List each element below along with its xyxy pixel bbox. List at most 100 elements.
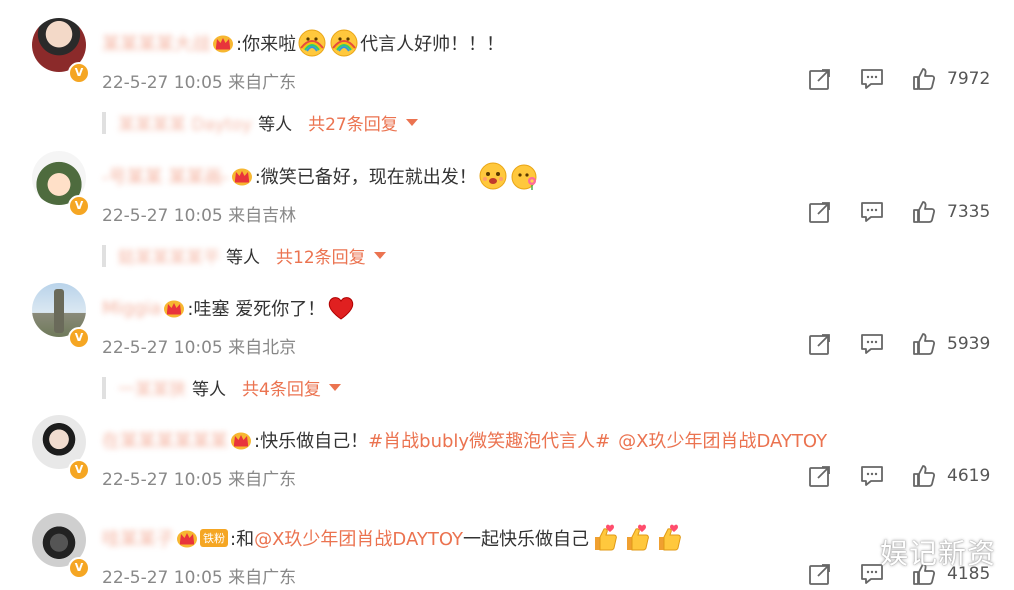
watermark: 娱记新资 (879, 537, 996, 570)
view-replies-label: 共4条回复 (242, 380, 321, 400)
chevron-down-icon (405, 119, 418, 126)
reply-divider (102, 244, 106, 267)
reply-summary: 鋕某某某某平 等人 共12条回复 (102, 243, 386, 268)
reply-summary: 一某某狭 等人 共4条回复 (102, 375, 341, 400)
comment-content: Miggia :哇塞 爱死你了！ (102, 293, 357, 323)
reply-summary: 某某某某 Daytoy 等人 共27条回复 (102, 110, 418, 135)
comment-location: 来自广东 (228, 73, 297, 93)
like-button[interactable]: 4619 (911, 463, 992, 489)
share-icon (807, 66, 833, 92)
thumbs-up-icon (911, 463, 937, 489)
verified-icon: V (68, 327, 90, 349)
reply-button[interactable] (859, 199, 885, 225)
share-button[interactable] (807, 561, 833, 587)
reply-deng: 等人 (226, 248, 260, 268)
username-link[interactable]: -号某某 某某画- (102, 163, 229, 189)
crown-icon (230, 430, 252, 450)
reply-names[interactable]: 一某某狭 (118, 375, 186, 400)
like-count: 7335 (947, 202, 991, 222)
comment-text: :和 (230, 529, 255, 550)
reply-button[interactable] (859, 463, 885, 489)
thumbs-up-icon (911, 331, 937, 357)
comment-item: V Miggia :哇塞 爱死你了！ 22-5-27 10:05 来自北京 59… (0, 283, 1014, 403)
reply-button[interactable] (859, 331, 885, 357)
username-link[interactable]: 在某某某某某某 (102, 427, 228, 453)
share-button[interactable] (807, 331, 833, 357)
share-button[interactable] (807, 66, 833, 92)
comment-icon (859, 66, 885, 92)
comment-meta: 22-5-27 10:05 来自广东 (102, 563, 296, 588)
reply-divider (102, 376, 106, 399)
reply-names[interactable]: 鋕某某某某平 (118, 243, 220, 268)
comment-content: 在某某某某某某 :快乐做自己！ #肖战bubly微笑趣泡代言人# @X玖少年团肖… (102, 425, 827, 455)
comment-text: :微笑已备好，现在就出发！ (254, 167, 477, 188)
crown-icon (212, 33, 234, 53)
comment-actions: 4619 (781, 463, 992, 489)
verified-icon: V (68, 557, 90, 579)
share-icon (807, 463, 833, 489)
username-link[interactable]: Miggia (102, 298, 161, 319)
hashtag-link[interactable]: #肖战bubly微笑趣泡代言人# (368, 427, 610, 453)
comment-location: 来自广东 (228, 568, 297, 588)
share-icon (807, 331, 833, 357)
comment-text: :哇塞 爱死你了！ (187, 299, 326, 320)
reply-button[interactable] (859, 66, 885, 92)
reply-deng: 等人 (258, 115, 293, 135)
thumbs-up-emoji-icon (654, 523, 684, 553)
like-count: 7972 (947, 69, 991, 89)
comment-text-tail: 代言人好帅！！！ (360, 34, 505, 55)
comment-item: V -号某某 某某画- :微笑已备好，现在就出发！ 22-5-27 10:05 … (0, 151, 1014, 271)
heart-icon (326, 293, 356, 323)
comment-content: 哇某某子 铁粉 :和 @X玖少年团肖战DAYTOY 一起快乐做自己 (102, 523, 685, 553)
verified-icon: V (68, 62, 90, 84)
share-icon (807, 199, 833, 225)
mention-link[interactable]: @X玖少年团肖战DAYTOY (618, 427, 827, 453)
rainbow-emoji-icon (297, 28, 327, 58)
comment-item: V 在某某某某某某 :快乐做自己！ #肖战bubly微笑趣泡代言人# @X玖少年… (0, 415, 1014, 505)
comment-time: 22-5-27 10:05 (102, 206, 223, 226)
fan-badge: 铁粉 (200, 529, 228, 547)
comment-text-tail: 一起快乐做自己 (463, 529, 590, 550)
comment-content: -号某某 某某画- :微笑已备好，现在就出发！ (102, 161, 541, 191)
comment-meta: 22-5-27 10:05 来自吉林 (102, 201, 296, 226)
verified-icon: V (68, 195, 90, 217)
view-replies-link[interactable]: 共4条回复 (242, 375, 341, 400)
thumbs-up-emoji-icon (622, 523, 652, 553)
comment-content: 某某某某大战 :你来啦 代言人好帅！！！ (102, 28, 504, 58)
comment-meta: 22-5-27 10:05 来自北京 (102, 333, 296, 358)
comment-icon (859, 199, 885, 225)
comment-text: :你来啦 (236, 34, 297, 55)
comment-actions: 7335 (781, 199, 992, 225)
crown-icon (231, 166, 253, 186)
share-button[interactable] (807, 199, 833, 225)
thumbs-up-emoji-icon (590, 523, 620, 553)
comment-icon (859, 463, 885, 489)
reply-divider (102, 111, 106, 134)
verified-icon: V (68, 459, 90, 481)
like-button[interactable]: 7335 (911, 199, 992, 225)
like-button[interactable]: 7972 (911, 66, 992, 92)
view-replies-link[interactable]: 共12条回复 (276, 243, 386, 268)
thumbs-up-icon (911, 199, 937, 225)
thumbs-up-icon (911, 66, 937, 92)
reply-names[interactable]: 某某某某 Daytoy (118, 110, 252, 135)
comment-location: 来自吉林 (228, 206, 297, 226)
mention-link[interactable]: @X玖少年团肖战DAYTOY (254, 525, 463, 551)
crown-icon (176, 528, 198, 548)
like-count: 4619 (947, 466, 991, 486)
comment-icon (859, 331, 885, 357)
comment-meta: 22-5-27 10:05 来自广东 (102, 68, 296, 93)
view-replies-link[interactable]: 共27条回复 (308, 110, 418, 135)
like-button[interactable]: 5939 (911, 331, 992, 357)
comment-item: V 某某某某大战 :你来啦 代言人好帅！！！ 22-5-27 10:05 来自广… (0, 18, 1014, 138)
comment-text: :快乐做自己！ (254, 431, 369, 452)
comment-time: 22-5-27 10:05 (102, 568, 223, 588)
comment-location: 来自北京 (228, 338, 297, 358)
username-link[interactable]: 哇某某子 (102, 525, 174, 551)
username-link[interactable]: 某某某某大战 (102, 30, 210, 56)
comment-meta: 22-5-27 10:05 来自广东 (102, 465, 296, 490)
comment-time: 22-5-27 10:05 (102, 73, 223, 93)
share-button[interactable] (807, 463, 833, 489)
comment-item: V 哇某某子 铁粉 :和 @X玖少年团肖战DAYTOY 一起快乐做自己 22-5… (0, 513, 1014, 590)
view-replies-label: 共12条回复 (276, 248, 366, 268)
